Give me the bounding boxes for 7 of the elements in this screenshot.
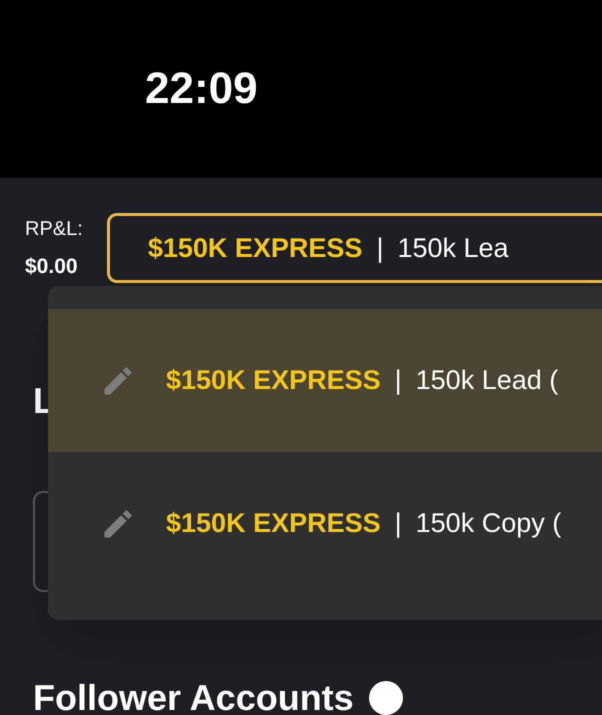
- rpl-value: $0.00: [25, 255, 79, 279]
- clock-time: 22:09: [145, 63, 258, 115]
- rpl-label: RP&L:: [25, 217, 83, 241]
- help-icon[interactable]: [368, 680, 404, 715]
- menu-item[interactable]: $150K EXPRESS | 150k Lead (: [48, 309, 602, 452]
- section-heading: Follower Accounts: [33, 678, 354, 715]
- account-select[interactable]: $150K EXPRESS | 150k Lea: [106, 213, 602, 283]
